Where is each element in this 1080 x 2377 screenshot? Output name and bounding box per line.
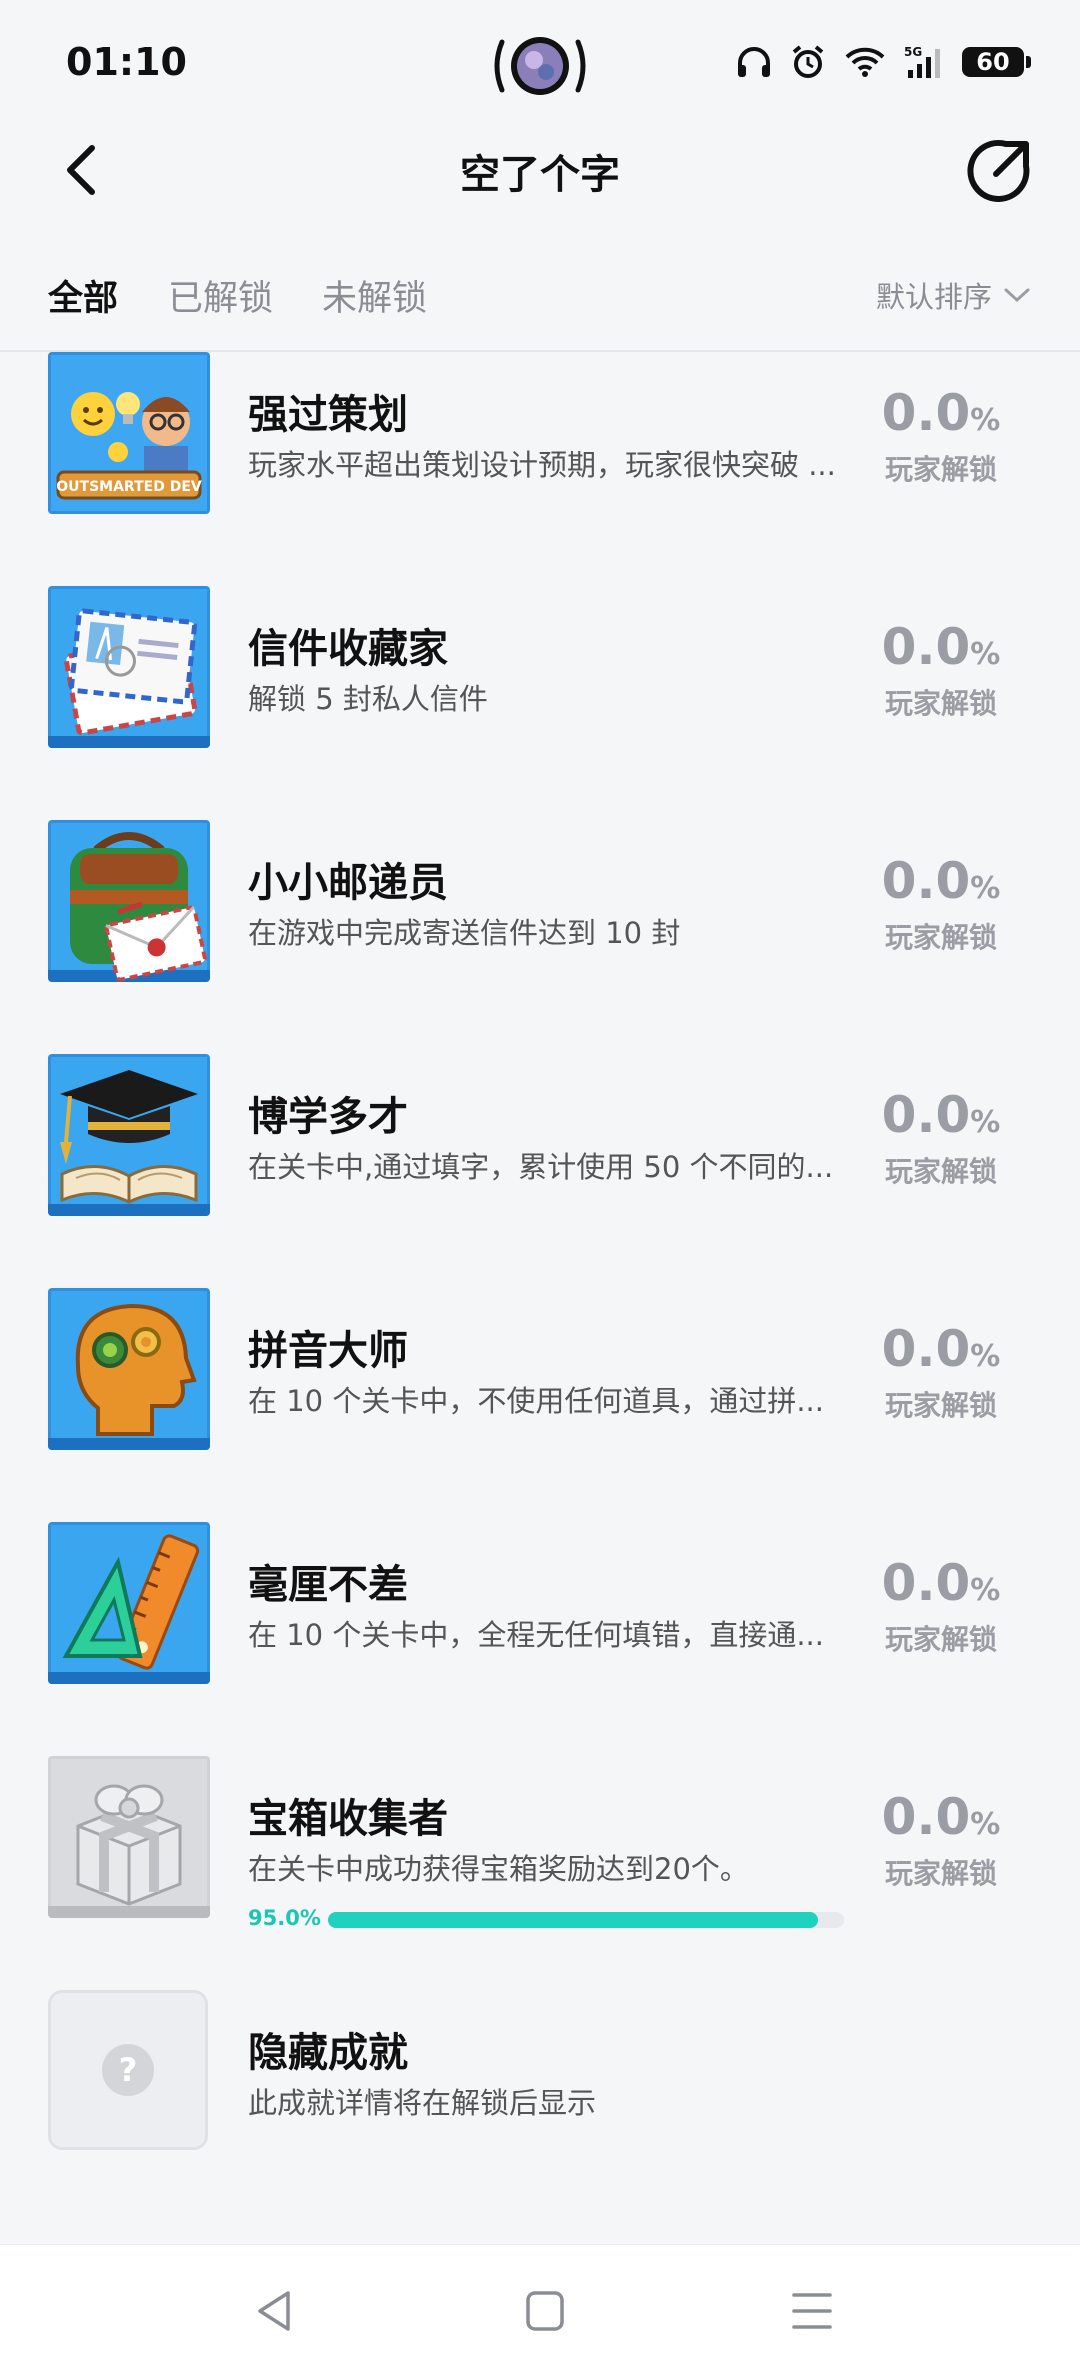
unlock-percent-label: 玩家解锁 <box>884 1623 997 1656</box>
unlock-percent: 0.0% <box>881 1086 1001 1144</box>
status-time: 01:10 <box>66 40 187 84</box>
chevron-down-icon <box>1004 288 1030 303</box>
share-button[interactable] <box>966 136 1034 204</box>
achievement-name: 毫厘不差 <box>248 1562 408 1608</box>
status-bar: 01:10 5G 60 <box>0 0 1080 130</box>
alarm-icon <box>792 45 824 78</box>
tab-all[interactable]: 全部 <box>48 270 118 321</box>
achievement-name: 强过策划 <box>248 392 408 438</box>
page-title: 空了个字 <box>460 152 620 198</box>
achievement-name: 拼音大师 <box>248 1328 408 1374</box>
app-header: 空了个字 <box>0 120 1080 220</box>
achievement-list: OUTSMARTED DEV 强过策划 玩家水平超出策划设计预期，玩家很快突破 … <box>0 352 1080 2224</box>
achievement-progress: 95.0% <box>248 1906 848 1930</box>
tab-locked[interactable]: 未解锁 <box>322 270 427 321</box>
achievement-item[interactable]: 信件收藏家 解锁 5 封私人信件 0.0% 玩家解锁 <box>0 586 1080 820</box>
achievement-item[interactable]: 宝箱收集者 在关卡中成功获得宝箱奖励达到20个。 95.0% 0.0% 玩家解锁 <box>0 1756 1080 1990</box>
unlock-percent: 0.0% <box>881 852 1001 910</box>
share-icon <box>967 139 1030 202</box>
achievement-name: 小小邮递员 <box>248 860 448 906</box>
progress-track <box>328 1912 844 1928</box>
brain-gears-icon <box>48 1288 210 1450</box>
filter-tabs: 全部 已解锁 未解锁 默认排序 <box>0 250 1080 352</box>
achievement-desc: 此成就详情将在解锁后显示 <box>248 2086 597 2120</box>
progress-percent-text: 95.0% <box>248 1906 321 1930</box>
status-icons: 5G 60 <box>736 42 1031 82</box>
achievement-desc: 在游戏中完成寄送信件达到 10 封 <box>248 916 681 950</box>
nav-menu-button[interactable] <box>782 2285 842 2337</box>
achievement-item[interactable]: 拼音大师 在 10 个关卡中，不使用任何道具，通过拼... 0.0% 玩家解锁 <box>0 1288 1080 1522</box>
system-nav-bar <box>0 2244 1080 2377</box>
wifi-icon <box>845 47 885 77</box>
signal-5g-icon: 5G <box>904 45 940 78</box>
svg-text:5G: 5G <box>904 45 922 59</box>
nav-home-button[interactable] <box>514 2285 574 2337</box>
achievement-item[interactable]: OUTSMARTED DEV 强过策划 玩家水平超出策划设计预期，玩家很快突破 … <box>0 352 1080 586</box>
letters-icon <box>48 586 210 748</box>
achievement-desc: 在 10 个关卡中，全程无任何填错，直接通... <box>248 1618 824 1652</box>
svg-text:?: ? <box>119 2051 138 2089</box>
achievement-desc: 解锁 5 封私人信件 <box>248 682 488 716</box>
question-mark-icon: ? <box>48 1990 208 2150</box>
achievement-desc: 在关卡中,通过填字，累计使用 50 个不同的... <box>248 1150 834 1184</box>
unlock-percent: 0.0% <box>881 384 1001 442</box>
mailbag-icon <box>48 820 210 982</box>
square-home-icon <box>526 2291 564 2331</box>
achievement-desc: 在关卡中成功获得宝箱奖励达到20个。 <box>248 1852 749 1886</box>
headphones-icon <box>738 47 770 77</box>
unlock-percent-label: 玩家解锁 <box>884 921 997 954</box>
battery-indicator: 60 <box>962 47 1031 77</box>
tab-unlocked[interactable]: 已解锁 <box>168 270 273 321</box>
treasure-box-icon <box>48 1756 210 1918</box>
achievement-name: 隐藏成就 <box>248 2030 408 2076</box>
outsmarted-dev-icon: OUTSMARTED DEV <box>48 352 210 514</box>
unlock-percent: 0.0% <box>881 1554 1001 1612</box>
achievement-name: 信件收藏家 <box>248 626 448 672</box>
graduation-cap-icon <box>48 1054 210 1216</box>
unlock-percent-label: 玩家解锁 <box>884 687 997 720</box>
achievement-item[interactable]: 小小邮递员 在游戏中完成寄送信件达到 10 封 0.0% 玩家解锁 <box>0 820 1080 1054</box>
nav-back-button[interactable] <box>246 2285 306 2337</box>
front-camera-indicator <box>488 30 592 102</box>
unlock-percent: 0.0% <box>881 618 1001 676</box>
achievement-name: 宝箱收集者 <box>248 1796 448 1842</box>
svg-text:OUTSMARTED DEV: OUTSMARTED DEV <box>56 479 202 495</box>
ruler-icon <box>48 1522 210 1684</box>
unlock-percent-label: 玩家解锁 <box>884 1155 997 1188</box>
achievement-name: 博学多才 <box>248 1094 408 1140</box>
achievement-desc: 在 10 个关卡中，不使用任何道具，通过拼... <box>248 1384 824 1418</box>
unlock-percent: 0.0% <box>881 1320 1001 1378</box>
unlock-percent: 0.0% <box>881 1788 1001 1846</box>
progress-fill <box>328 1912 819 1928</box>
menu-lines-icon <box>792 2293 832 2329</box>
achievement-desc: 玩家水平超出策划设计预期，玩家很快突破 ... <box>248 448 836 482</box>
unlock-percent-label: 玩家解锁 <box>884 1389 997 1422</box>
triangle-back-icon <box>258 2291 290 2331</box>
hidden-achievement-item[interactable]: ? 隐藏成就 此成就详情将在解锁后显示 <box>0 1990 1080 2224</box>
sort-label: 默认排序 <box>875 280 992 314</box>
achievement-item[interactable]: 毫厘不差 在 10 个关卡中，全程无任何填错，直接通... 0.0% 玩家解锁 <box>0 1522 1080 1756</box>
achievement-item[interactable]: 博学多才 在关卡中,通过填字，累计使用 50 个不同的... 0.0% 玩家解锁 <box>0 1054 1080 1288</box>
unlock-percent-label: 玩家解锁 <box>884 1857 997 1890</box>
sort-dropdown[interactable]: 默认排序 <box>876 274 1030 316</box>
unlock-percent-label: 玩家解锁 <box>884 453 997 486</box>
